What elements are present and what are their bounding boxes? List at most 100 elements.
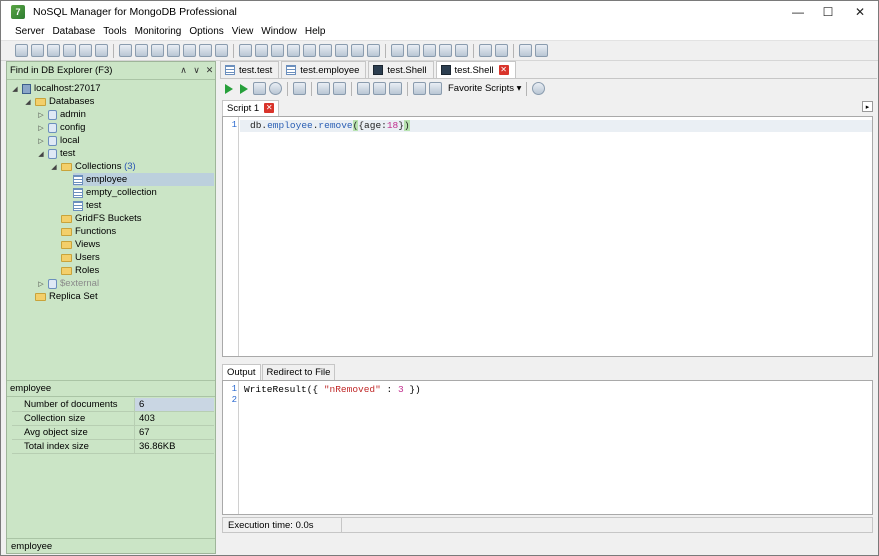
favorite-scripts-dropdown[interactable]: Favorite Scripts ▾ bbox=[448, 83, 521, 94]
tab-script-1[interactable]: Script 1 ✕ bbox=[222, 99, 280, 116]
tab-test-shell-2[interactable]: test.Shell ✕ bbox=[435, 61, 516, 78]
tree-node-views[interactable]: Views bbox=[61, 238, 100, 251]
role-icon[interactable] bbox=[215, 44, 228, 57]
run-icon[interactable] bbox=[225, 83, 233, 94]
paste-icon[interactable] bbox=[373, 82, 386, 95]
open-icon[interactable] bbox=[333, 82, 346, 95]
menu-help[interactable]: Help bbox=[301, 23, 330, 41]
step-icon[interactable] bbox=[253, 82, 266, 95]
menu-options[interactable]: Options bbox=[185, 23, 227, 41]
tree-node-coll-employee[interactable]: employee bbox=[73, 173, 214, 186]
grid-icon[interactable] bbox=[167, 44, 180, 57]
disconnect-icon[interactable] bbox=[31, 44, 44, 57]
property-row[interactable]: Number of documents 6 bbox=[12, 398, 214, 412]
report-icon[interactable] bbox=[439, 44, 452, 57]
collapse-icon[interactable]: ◢ bbox=[11, 85, 19, 93]
tree-node-collections[interactable]: ◢ Collections (3) bbox=[50, 160, 135, 173]
import-icon[interactable] bbox=[287, 44, 300, 57]
tree-node-functions[interactable]: Functions bbox=[61, 225, 116, 238]
property-row[interactable]: Avg object size 67 bbox=[12, 426, 214, 440]
add-favorite-icon[interactable] bbox=[413, 82, 426, 95]
about-icon[interactable] bbox=[535, 44, 548, 57]
collapse-icon[interactable]: ◢ bbox=[24, 98, 32, 106]
menu-window[interactable]: Window bbox=[257, 23, 301, 41]
tab-list-arrow-icon[interactable]: ▸ bbox=[862, 101, 873, 112]
table-icon[interactable] bbox=[255, 44, 268, 57]
tree-node-replica[interactable]: Replica Set bbox=[35, 290, 98, 303]
collapse-icon[interactable]: ◢ bbox=[37, 150, 45, 158]
connect-icon[interactable] bbox=[15, 44, 28, 57]
options-icon[interactable] bbox=[495, 44, 508, 57]
tab-test-test[interactable]: test.test bbox=[220, 61, 280, 78]
tree-node-coll-empty[interactable]: empty_collection bbox=[73, 186, 157, 199]
monitor-icon[interactable] bbox=[351, 44, 364, 57]
layout-icon[interactable] bbox=[423, 44, 436, 57]
copy-icon[interactable] bbox=[319, 44, 332, 57]
collapse-icon[interactable]: ◢ bbox=[50, 163, 58, 171]
new-database-icon[interactable] bbox=[119, 44, 132, 57]
menu-tools[interactable]: Tools bbox=[99, 23, 130, 41]
tab-test-employee[interactable]: test.employee bbox=[281, 61, 367, 78]
close-tab-icon[interactable]: ✕ bbox=[498, 65, 509, 75]
refresh-icon[interactable] bbox=[95, 44, 108, 57]
close-window-button[interactable]: ✕ bbox=[845, 1, 875, 23]
help-icon[interactable] bbox=[519, 44, 532, 57]
export-icon[interactable] bbox=[303, 44, 316, 57]
code-line[interactable]: db.employee.remove({age:18}) bbox=[240, 120, 872, 132]
user-icon[interactable] bbox=[199, 44, 212, 57]
maximize-button[interactable]: ☐ bbox=[813, 1, 843, 23]
play-icon[interactable] bbox=[335, 44, 348, 57]
shell-icon[interactable] bbox=[239, 44, 252, 57]
screen-icon[interactable] bbox=[455, 44, 468, 57]
minimize-button[interactable]: — bbox=[783, 1, 813, 23]
output-pane[interactable]: 1 2 WriteResult({ "nRemoved" : 3 }) bbox=[222, 380, 873, 515]
run-line-icon[interactable] bbox=[240, 83, 248, 94]
script-editor[interactable]: 1 db.employee.remove({age:18}) bbox=[222, 116, 873, 357]
new-collection-icon[interactable] bbox=[135, 44, 148, 57]
menu-monitoring[interactable]: Monitoring bbox=[131, 23, 186, 41]
menu-view[interactable]: View bbox=[228, 23, 258, 41]
tree-node-coll-test[interactable]: test bbox=[73, 199, 101, 212]
tree-node-db-config[interactable]: ▷ config bbox=[37, 121, 85, 134]
tree-node-db-test[interactable]: ◢ test bbox=[37, 147, 75, 160]
stats-icon[interactable] bbox=[367, 44, 380, 57]
forward-icon[interactable] bbox=[389, 82, 402, 95]
stop-icon[interactable] bbox=[269, 82, 282, 95]
menu-database[interactable]: Database bbox=[48, 23, 99, 41]
tree-node-db-admin[interactable]: ▷ admin bbox=[37, 108, 86, 121]
settings-icon[interactable] bbox=[479, 44, 492, 57]
tree-node-db-local[interactable]: ▷ local bbox=[37, 134, 79, 147]
find-icon[interactable] bbox=[47, 44, 60, 57]
save-icon[interactable] bbox=[317, 82, 330, 95]
expand-icon[interactable]: ▷ bbox=[37, 124, 45, 132]
tree-node-gridfs[interactable]: GridFS Buckets bbox=[61, 212, 142, 225]
plug-icon[interactable] bbox=[79, 44, 92, 57]
close-icon[interactable]: ✕ bbox=[203, 64, 216, 77]
remove-favorite-icon[interactable] bbox=[429, 82, 442, 95]
tab-output[interactable]: Output bbox=[222, 364, 261, 380]
window-icon[interactable] bbox=[391, 44, 404, 57]
property-row[interactable]: Total index size 36.86KB bbox=[12, 440, 214, 454]
close-script-icon[interactable]: ✕ bbox=[264, 103, 275, 113]
run-options-icon[interactable] bbox=[293, 82, 306, 95]
chevron-down-icon[interactable]: ∨ bbox=[190, 64, 203, 77]
menu-server[interactable]: Server bbox=[11, 23, 48, 41]
tree-icon[interactable] bbox=[271, 44, 284, 57]
tree-node-databases[interactable]: ◢ Databases bbox=[24, 95, 94, 108]
tree-node-users[interactable]: Users bbox=[61, 251, 100, 264]
chevron-up-icon[interactable]: ∧ bbox=[177, 64, 190, 77]
tree-node-server[interactable]: ◢ localhost:27017 bbox=[11, 82, 100, 95]
expand-icon[interactable]: ▷ bbox=[37, 111, 45, 119]
settings-icon[interactable] bbox=[532, 82, 546, 95]
tab-redirect-to-file[interactable]: Redirect to File bbox=[261, 364, 336, 380]
chart-icon[interactable] bbox=[407, 44, 420, 57]
property-row[interactable]: Collection size 403 bbox=[12, 412, 214, 426]
expand-icon[interactable]: ▷ bbox=[37, 280, 45, 288]
tab-test-shell-1[interactable]: test.Shell bbox=[368, 61, 434, 78]
tree-node-external[interactable]: ▷ $external bbox=[37, 277, 99, 290]
function-icon[interactable] bbox=[183, 44, 196, 57]
tree-node-roles[interactable]: Roles bbox=[61, 264, 99, 277]
copy-icon[interactable] bbox=[357, 82, 370, 95]
edit-icon[interactable] bbox=[63, 44, 76, 57]
add-document-icon[interactable] bbox=[151, 44, 164, 57]
